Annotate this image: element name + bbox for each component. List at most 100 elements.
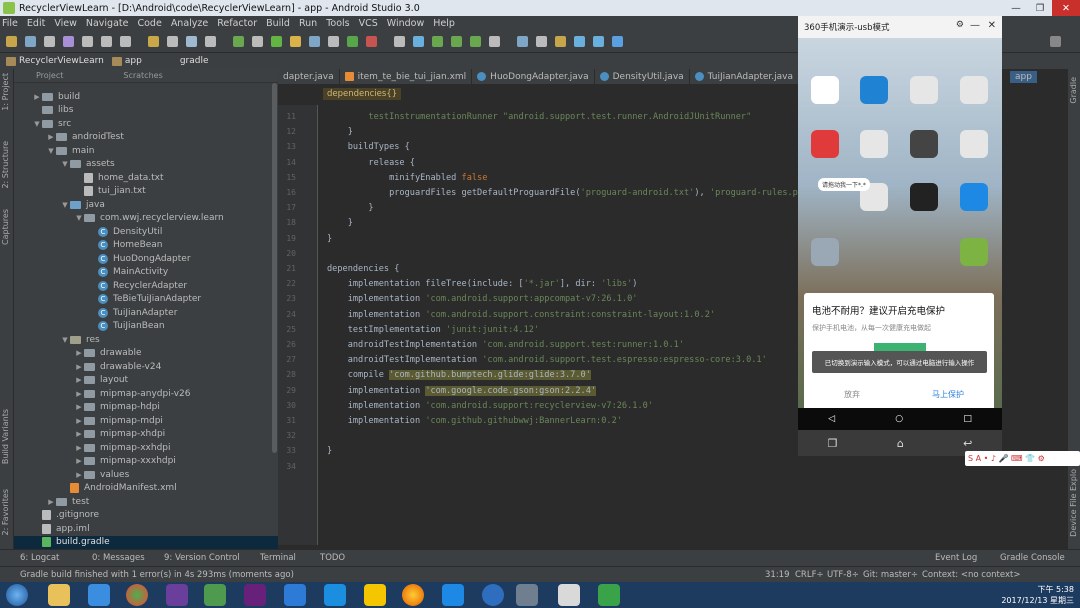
app-taskbar-icon[interactable] <box>558 584 580 606</box>
android-app-icon[interactable] <box>960 238 988 266</box>
app-taskbar-icon[interactable] <box>88 584 110 606</box>
tree-item[interactable]: ▼ java <box>14 198 278 212</box>
toolbar-action-icon[interactable] <box>574 36 585 47</box>
code-line[interactable]: } <box>327 218 353 228</box>
toolbar-action-icon[interactable] <box>167 36 178 47</box>
menu-navigate[interactable]: Navigate <box>86 18 129 29</box>
home-key-icon[interactable]: ○ <box>895 414 903 424</box>
todo-tab[interactable]: TODO <box>320 553 345 563</box>
menu-analyze[interactable]: Analyze <box>171 18 208 29</box>
toolbar-action-icon[interactable] <box>309 36 320 47</box>
tree-expand-arrow-icon[interactable]: ▼ <box>60 201 70 209</box>
code-line[interactable]: implementation 'com.github.githubwwj:Ban… <box>327 416 622 426</box>
app-taskbar-icon[interactable] <box>598 584 620 606</box>
android-studio-taskbar-icon[interactable] <box>204 584 226 606</box>
tree-expand-arrow-icon[interactable]: ▶ <box>74 471 84 479</box>
version-control-tab[interactable]: 9: Version Control <box>164 553 240 563</box>
toolbar-action-icon[interactable] <box>517 36 528 47</box>
tree-item[interactable]: C TeBieTuiJianAdapter <box>14 293 278 307</box>
tree-item[interactable]: ▼ com.wwj.recyclerview.learn <box>14 212 278 226</box>
menu-help[interactable]: Help <box>433 18 455 29</box>
phone-window-minimize-icon[interactable]: — <box>970 20 980 31</box>
toolbar-action-icon[interactable] <box>6 36 17 47</box>
tree-expand-arrow-icon[interactable]: ▶ <box>74 430 84 438</box>
browser-app-icon[interactable] <box>960 183 988 211</box>
app-folder-icon[interactable] <box>811 238 839 266</box>
qq-app-icon[interactable] <box>910 183 938 211</box>
search-everywhere-icon[interactable] <box>1050 36 1061 47</box>
compass-app-icon[interactable] <box>910 130 938 158</box>
tree-item[interactable]: ▼ main <box>14 144 278 158</box>
code-line[interactable]: implementation 'com.google.code.gson:gso… <box>327 385 597 396</box>
code-line[interactable]: implementation 'com.android.support:recy… <box>327 401 653 411</box>
toolbar-action-icon[interactable] <box>489 36 500 47</box>
tree-item[interactable]: ▶ androidTest <box>14 131 278 145</box>
nav-module[interactable]: app <box>111 56 142 66</box>
close-button[interactable]: ✕ <box>1052 0 1080 16</box>
code-line[interactable]: implementation 'com.android.support:appc… <box>327 294 638 304</box>
code-line[interactable]: } <box>327 127 353 137</box>
app-folder-icon[interactable] <box>860 130 888 158</box>
tree-item[interactable]: AndroidManifest.xml <box>14 482 278 496</box>
messages-tab[interactable]: 0: Messages <box>92 553 145 563</box>
scratches-label[interactable]: Scratches <box>123 71 162 80</box>
tree-expand-arrow-icon[interactable]: ▼ <box>60 160 70 168</box>
system-clock[interactable]: 下午 5:38 2017/12/13 星期三 <box>1001 584 1074 606</box>
huawei-app-icon[interactable] <box>811 130 839 158</box>
menu-file[interactable]: File <box>2 18 18 29</box>
recents-key-icon[interactable]: □ <box>963 414 972 424</box>
code-line[interactable]: dependencies { <box>327 264 399 274</box>
app-folder-icon[interactable] <box>910 76 938 104</box>
project-tool-tab[interactable]: 1: Project <box>1 73 10 111</box>
menu-window[interactable]: Window <box>387 18 424 29</box>
build-variants-tool-tab[interactable]: Build Variants <box>1 409 10 464</box>
code-line[interactable]: androidTestImplementation 'com.android.s… <box>327 340 684 350</box>
code-line[interactable]: release { <box>327 158 415 168</box>
code-line[interactable]: implementation fileTree(include: ['*.jar… <box>327 279 638 289</box>
player-taskbar-icon[interactable] <box>364 584 386 606</box>
toolbar-action-icon[interactable] <box>252 36 263 47</box>
menu-vcs[interactable]: VCS <box>359 18 378 29</box>
phone-settings-icon[interactable]: ⚙ <box>956 20 964 30</box>
confirm-protect-button[interactable]: 马上保护 <box>932 389 964 400</box>
toolbar-action-icon[interactable] <box>271 36 282 47</box>
tree-item[interactable]: ▶ mipmap-xxxhdpi <box>14 455 278 469</box>
return-icon[interactable]: ↩ <box>963 437 972 450</box>
tree-item[interactable]: ▼ res <box>14 333 278 347</box>
toolbar-action-icon[interactable] <box>290 36 301 47</box>
gradle-tool-tab[interactable]: Gradle <box>1069 77 1078 104</box>
toolbar-action-icon[interactable] <box>82 36 93 47</box>
tree-item[interactable]: ▶ mipmap-mdpi <box>14 414 278 428</box>
menu-refactor[interactable]: Refactor <box>217 18 257 29</box>
editor-tab[interactable]: item_te_bie_tui_jian.xml <box>340 68 473 85</box>
tree-item[interactable]: ▶ drawable <box>14 347 278 361</box>
tree-item[interactable]: home_data.txt <box>14 171 278 185</box>
toolbar-action-icon[interactable] <box>233 36 244 47</box>
terminal-tab[interactable]: Terminal <box>260 553 296 563</box>
code-line[interactable]: compile 'com.github.bumptech.glide:glide… <box>327 370 591 381</box>
event-log-tab[interactable]: Event Log <box>935 553 977 563</box>
menu-view[interactable]: View <box>54 18 77 29</box>
floating-bubble[interactable]: 请拖动我一下*.* <box>818 178 870 191</box>
toolbar-action-icon[interactable] <box>555 36 566 47</box>
tree-expand-arrow-icon[interactable]: ▶ <box>74 417 84 425</box>
code-line[interactable]: } <box>327 446 332 456</box>
tree-item[interactable]: ▶ mipmap-xxhdpi <box>14 441 278 455</box>
dependencies-chip[interactable]: dependencies{} <box>323 88 402 100</box>
tree-item[interactable]: C TuiJianBean <box>14 320 278 334</box>
editor-tab[interactable]: TuiJianAdapter.java <box>690 68 799 85</box>
code-line[interactable]: } <box>327 203 373 213</box>
maximize-button[interactable]: ❐ <box>1028 0 1052 16</box>
tree-expand-arrow-icon[interactable]: ▶ <box>32 93 42 101</box>
toolbar-action-icon[interactable] <box>347 36 358 47</box>
menu-tools[interactable]: Tools <box>326 18 349 29</box>
tree-item[interactable]: .gitignore <box>14 509 278 523</box>
file-encoding[interactable]: UTF-8÷ <box>827 570 859 580</box>
code-line[interactable]: implementation 'com.android.support.cons… <box>327 310 715 320</box>
tree-item[interactable]: build.gradle <box>14 535 278 549</box>
toolbar-action-icon[interactable] <box>470 36 481 47</box>
status-message[interactable]: Gradle build finished with 1 error(s) in… <box>20 570 294 580</box>
home-icon[interactable]: ⌂ <box>897 437 904 450</box>
toolbar-action-icon[interactable] <box>63 36 74 47</box>
menu-code[interactable]: Code <box>137 18 161 29</box>
